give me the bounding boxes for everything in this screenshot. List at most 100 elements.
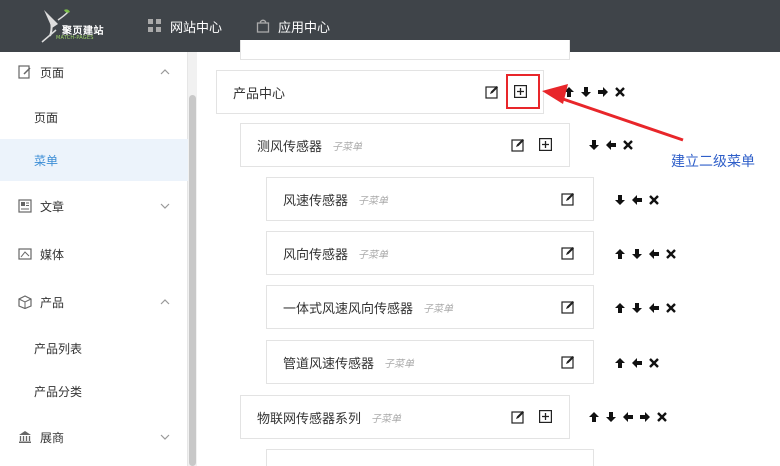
chevron-down-icon bbox=[160, 434, 170, 440]
sidebar-subitem-product-category[interactable]: 产品分类 bbox=[0, 370, 188, 412]
sidebar-subitem-label: 菜单 bbox=[34, 153, 59, 168]
add-submenu-icon[interactable] bbox=[539, 410, 552, 423]
node-move-controls bbox=[614, 357, 660, 369]
page-edit-icon bbox=[18, 65, 31, 79]
sidebar-item-pages[interactable]: 页面 bbox=[0, 54, 188, 90]
sidebar-subitem-label: 页面 bbox=[34, 110, 59, 125]
remove-icon[interactable] bbox=[665, 248, 677, 260]
menu-node-partial bbox=[240, 40, 570, 60]
sidebar-item-articles[interactable]: 文章 bbox=[0, 188, 188, 224]
move-left-icon[interactable] bbox=[648, 302, 660, 314]
move-left-icon[interactable] bbox=[622, 411, 634, 423]
move-down-icon[interactable] bbox=[605, 411, 617, 423]
sidebar-subitem-label: 产品列表 bbox=[34, 341, 83, 356]
move-left-icon[interactable] bbox=[631, 357, 643, 369]
move-down-icon[interactable] bbox=[614, 194, 626, 206]
sidebar-item-label: 展商 bbox=[40, 430, 65, 445]
sidebar: 页面 页面 菜单 文章 媒体 产品 产品列表 产品分类 展商 bbox=[0, 52, 188, 466]
menu-node[interactable]: 测风传感器 子菜单 bbox=[240, 123, 570, 167]
menu-node-label: 产品中心 bbox=[233, 86, 286, 102]
product-box-icon bbox=[18, 295, 32, 309]
move-left-icon[interactable] bbox=[605, 139, 617, 151]
move-left-icon[interactable] bbox=[631, 194, 643, 206]
sidebar-subitem-pages[interactable]: 页面 bbox=[0, 96, 188, 138]
sidebar-subitem-menu[interactable]: 菜单 bbox=[0, 139, 188, 181]
article-icon bbox=[18, 199, 32, 213]
node-move-controls bbox=[588, 411, 668, 423]
sidebar-subitem-product-list[interactable]: 产品列表 bbox=[0, 327, 188, 369]
media-icon bbox=[18, 248, 32, 260]
menu-node-label: 一体式风速风向传感器 bbox=[283, 301, 414, 317]
sidebar-item-label: 产品 bbox=[40, 295, 65, 310]
grid-icon bbox=[148, 19, 161, 32]
submenu-tag: 子菜单 bbox=[423, 303, 454, 315]
menu-node-label: 风速传感器 bbox=[283, 193, 349, 209]
move-up-icon[interactable] bbox=[588, 411, 600, 423]
submenu-tag: 子菜单 bbox=[384, 358, 415, 370]
nav-site-center-label: 网站中心 bbox=[170, 20, 223, 36]
chevron-down-icon bbox=[160, 203, 170, 209]
node-move-controls bbox=[563, 86, 626, 98]
move-right-icon[interactable] bbox=[597, 86, 609, 98]
move-down-icon[interactable] bbox=[580, 86, 592, 98]
add-submenu-icon[interactable] bbox=[539, 138, 552, 151]
edit-icon[interactable] bbox=[511, 138, 525, 152]
building-icon bbox=[19, 431, 31, 443]
menu-node[interactable]: 物联网传感器系列 子菜单 bbox=[240, 395, 570, 439]
sidebar-subitem-label: 产品分类 bbox=[34, 384, 83, 399]
remove-icon[interactable] bbox=[665, 302, 677, 314]
move-up-icon[interactable] bbox=[614, 357, 626, 369]
edit-icon[interactable] bbox=[485, 85, 499, 99]
logo-subtext: MATCH-PAGES bbox=[56, 35, 94, 41]
move-up-icon[interactable] bbox=[614, 248, 626, 260]
menu-node[interactable]: 风速传感器 子菜单 bbox=[266, 177, 594, 221]
submenu-tag: 子菜单 bbox=[332, 141, 363, 153]
menu-node[interactable]: 一体式风速风向传感器 子菜单 bbox=[266, 285, 594, 329]
sidebar-scrollbar-thumb[interactable] bbox=[189, 95, 196, 466]
edit-icon[interactable] bbox=[561, 355, 575, 369]
sidebar-item-label: 文章 bbox=[40, 199, 65, 214]
menu-node-label: 物联网传感器系列 bbox=[257, 411, 362, 427]
edit-icon[interactable] bbox=[561, 300, 575, 314]
sidebar-item-media[interactable]: 媒体 bbox=[0, 236, 188, 272]
submenu-tag: 子菜单 bbox=[371, 413, 402, 425]
move-up-icon[interactable] bbox=[563, 86, 575, 98]
move-down-icon[interactable] bbox=[588, 139, 600, 151]
remove-icon[interactable] bbox=[648, 194, 660, 206]
menu-node[interactable]: 管道风速传感器 子菜单 bbox=[266, 340, 594, 384]
submenu-tag: 子菜单 bbox=[358, 249, 389, 261]
nav-site-center[interactable]: 网站中心 bbox=[148, 0, 222, 52]
menu-node[interactable]: 产品中心 bbox=[216, 70, 544, 114]
chevron-up-icon bbox=[160, 69, 170, 75]
remove-icon[interactable] bbox=[648, 357, 660, 369]
chevron-up-icon bbox=[160, 299, 170, 305]
menu-node-partial bbox=[266, 449, 594, 466]
remove-icon[interactable] bbox=[656, 411, 668, 423]
submenu-tag: 子菜单 bbox=[358, 195, 389, 207]
menu-node[interactable]: 风向传感器 子菜单 bbox=[266, 231, 594, 275]
node-move-controls bbox=[614, 248, 677, 260]
menu-node-label: 风向传感器 bbox=[283, 247, 349, 263]
sidebar-item-exhibitors[interactable]: 展商 bbox=[0, 419, 188, 455]
node-move-controls bbox=[588, 139, 634, 151]
menu-node-label: 测风传感器 bbox=[257, 139, 323, 155]
move-right-icon[interactable] bbox=[639, 411, 651, 423]
bag-icon bbox=[256, 19, 270, 33]
edit-icon[interactable] bbox=[561, 246, 575, 260]
move-up-icon[interactable] bbox=[614, 302, 626, 314]
move-down-icon[interactable] bbox=[631, 302, 643, 314]
remove-icon[interactable] bbox=[622, 139, 634, 151]
menu-node-label: 管道风速传感器 bbox=[283, 356, 375, 372]
move-down-icon[interactable] bbox=[631, 248, 643, 260]
node-move-controls bbox=[614, 194, 660, 206]
highlight-box bbox=[506, 74, 540, 109]
edit-icon[interactable] bbox=[511, 410, 525, 424]
sidebar-item-label: 媒体 bbox=[40, 247, 65, 262]
annotation-callout: 建立二级菜单 bbox=[671, 154, 755, 170]
edit-icon[interactable] bbox=[561, 192, 575, 206]
sidebar-item-label: 页面 bbox=[40, 65, 65, 80]
node-move-controls bbox=[614, 302, 677, 314]
sidebar-item-products[interactable]: 产品 bbox=[0, 284, 188, 320]
move-left-icon[interactable] bbox=[648, 248, 660, 260]
remove-icon[interactable] bbox=[614, 86, 626, 98]
